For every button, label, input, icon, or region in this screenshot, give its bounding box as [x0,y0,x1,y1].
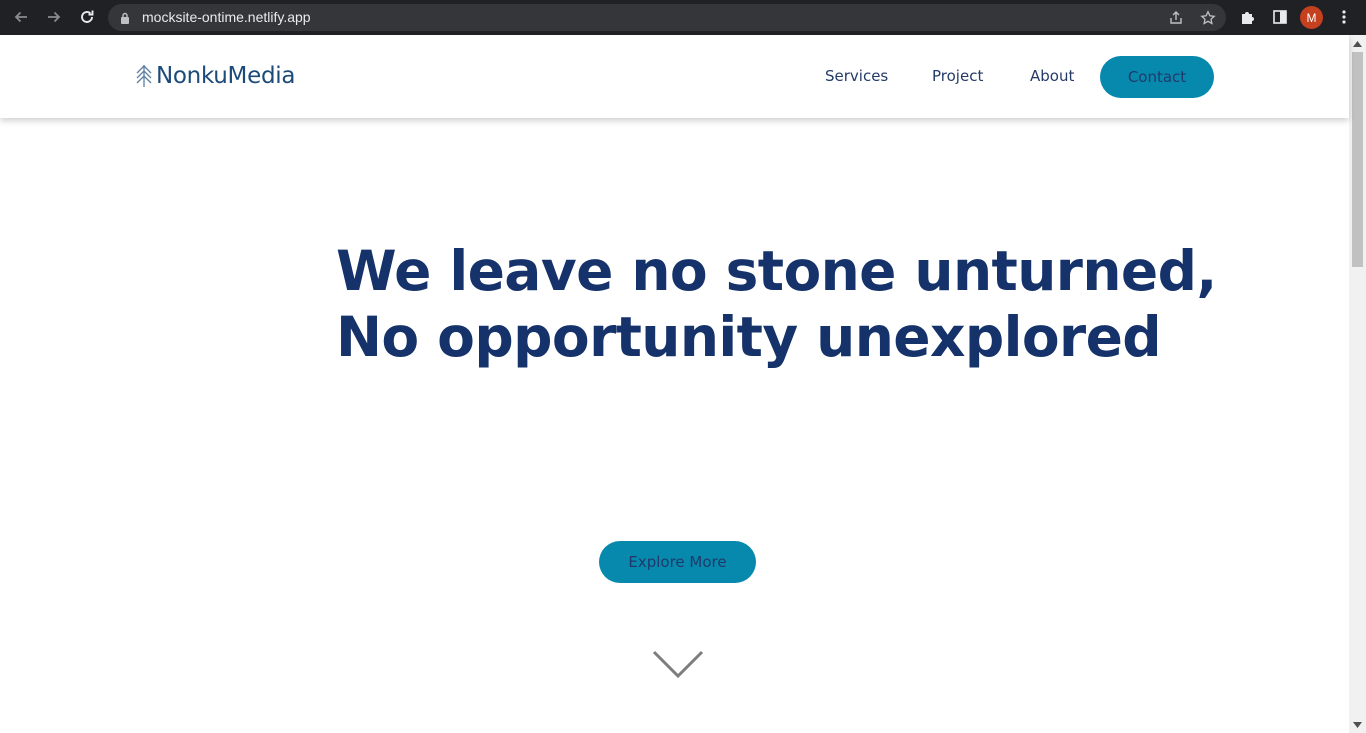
forward-button[interactable] [43,6,65,28]
reload-icon [81,10,94,23]
browser-menu-button[interactable] [1333,6,1355,28]
puzzle-icon [1242,12,1254,24]
share-icon[interactable] [1166,8,1186,28]
side-panel-button[interactable] [1269,6,1291,28]
hero-headline-line1: We leave no stone unturned, [336,239,1217,303]
url-text: mocksite-ontime.netlify.app [142,9,311,25]
hero-headline-line2: No opportunity unexplored [336,305,1162,369]
scrollbar-thumb[interactable] [1352,52,1363,267]
page-scrollbar[interactable] [1349,35,1366,733]
nav-project-link[interactable]: Project [932,67,983,85]
profile-avatar[interactable]: M [1300,6,1323,29]
kebab-menu-icon [1342,10,1346,24]
back-arrow-icon [14,11,27,23]
lock-icon [120,11,130,29]
scroll-up-arrow-icon[interactable] [1353,39,1362,48]
page-viewport: NonkuMedia Services Project About Contac… [0,35,1366,733]
address-bar[interactable]: mocksite-ontime.netlify.app [108,4,1226,31]
back-button[interactable] [10,6,32,28]
extensions-button[interactable] [1237,6,1259,28]
scroll-down-arrow-icon[interactable] [1353,720,1362,729]
nav-about-link[interactable]: About [1030,67,1074,85]
explore-more-button[interactable]: Explore More [599,541,756,583]
contact-button[interactable]: Contact [1100,56,1214,98]
reload-button[interactable] [76,6,98,28]
site-header: NonkuMedia Services Project About Contac… [0,35,1349,118]
chevron-down-icon[interactable] [652,649,704,684]
main-nav: Services Project About Contact [0,56,1349,98]
side-panel-icon [1273,10,1287,24]
browser-toolbar: mocksite-ontime.netlify.app M [0,0,1366,35]
nav-services-link[interactable]: Services [825,67,888,85]
forward-arrow-icon [48,11,61,23]
bookmark-star-icon[interactable] [1198,8,1218,28]
